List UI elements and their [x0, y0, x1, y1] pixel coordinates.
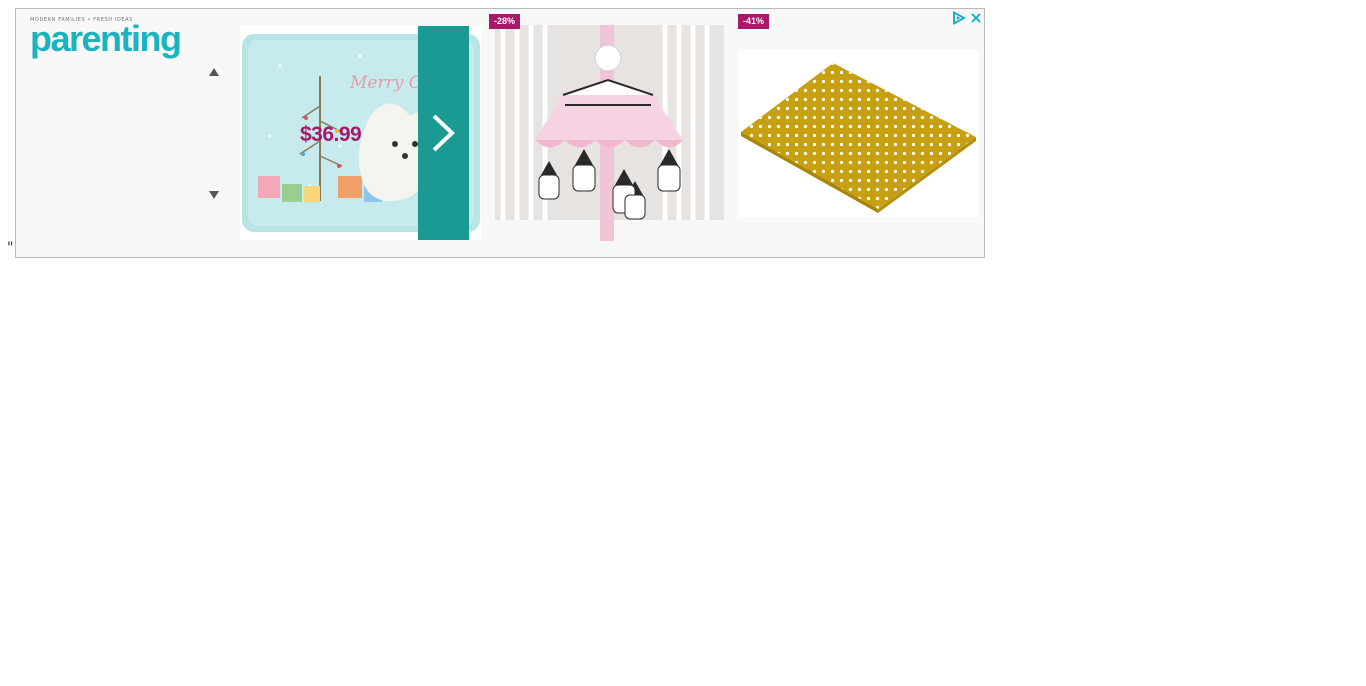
next-product-button[interactable] — [418, 26, 469, 240]
product-card-crib-mobile[interactable]: -28% — [489, 14, 724, 250]
ad-banner[interactable]: Modern Families • Fresh Ideas parenting … — [15, 8, 985, 258]
polka-dot-sheet-image — [738, 50, 979, 217]
product-card-bath-mat[interactable]: Merry Ch $36.99 — [240, 26, 481, 240]
parenting-logo[interactable]: Modern Families • Fresh Ideas parenting — [30, 17, 190, 57]
close-icon — [971, 13, 981, 23]
triangle-down-icon — [209, 191, 219, 199]
product-card-crib-sheet[interactable]: -41% — [738, 14, 979, 250]
play-triangle-icon — [953, 10, 966, 26]
scroll-up-button[interactable] — [208, 67, 220, 77]
discount-badge: -41% — [738, 14, 770, 29]
discount-badge: -28% — [489, 14, 521, 29]
brand-name: parenting — [30, 18, 182, 59]
chevron-right-icon — [432, 114, 455, 152]
triangle-up-icon — [209, 68, 219, 76]
crib-mobile-image — [495, 25, 724, 241]
product-price: $36.99 — [300, 123, 362, 146]
adchoices-button[interactable] — [952, 10, 966, 26]
stray-quote-text: " — [7, 240, 14, 256]
close-ad-button[interactable] — [970, 11, 982, 25]
scroll-down-button[interactable] — [208, 190, 220, 200]
